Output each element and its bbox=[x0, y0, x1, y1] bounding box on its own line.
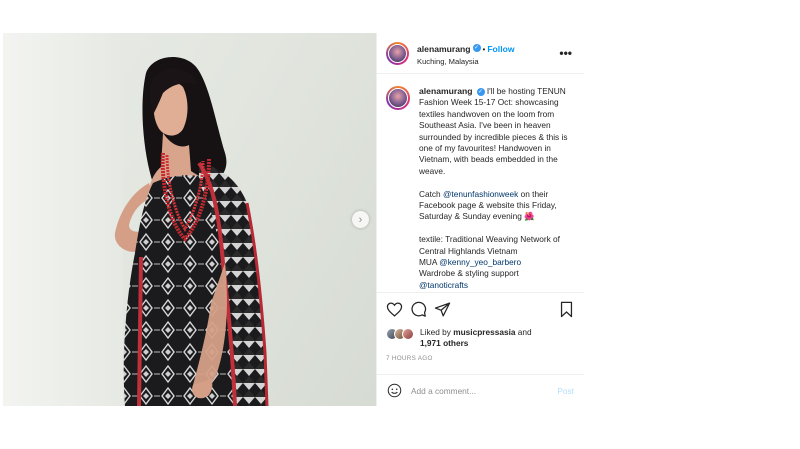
caption-author-avatar[interactable] bbox=[386, 86, 410, 110]
post-timestamp[interactable]: 7 HOURS AGO bbox=[377, 349, 584, 362]
more-options-icon[interactable]: ••• bbox=[557, 46, 574, 60]
caption-body-1: I'll be hosting TENUN Fashion Week 15-17… bbox=[419, 86, 568, 176]
post-header: alenamurang ✓ • Follow Kuching, Malaysia ••… bbox=[377, 33, 584, 74]
post-photo[interactable]: › bbox=[3, 33, 376, 406]
author-username[interactable]: alenamurang bbox=[417, 44, 471, 54]
caption-paragraph-2: Catch @tenunfashionweek on their Faceboo… bbox=[419, 189, 574, 223]
bookmark-save-icon[interactable] bbox=[558, 301, 575, 318]
likes-section: Liked by musicpressasia and 1,971 others bbox=[377, 324, 584, 349]
avatar-image bbox=[388, 43, 407, 63]
avatar-image bbox=[388, 88, 408, 108]
next-photo-button[interactable]: › bbox=[352, 211, 369, 228]
verified-icon: ✓ bbox=[476, 87, 485, 96]
likes-text: Liked by musicpressasia and 1,971 others bbox=[420, 327, 532, 349]
instagram-post: › alenamurang ✓ • Follow Kuching, Malaysia … bbox=[3, 33, 584, 406]
mention-tanoticrafts[interactable]: @tanoticrafts bbox=[419, 280, 574, 291]
mention-tenunfashionweek[interactable]: @tenunfashionweek bbox=[443, 189, 518, 199]
share-direct-icon[interactable] bbox=[434, 301, 451, 318]
caption-paragraph-1: alenamurang ✓ I'll be hosting TENUN Fashi… bbox=[419, 86, 574, 177]
comment-input[interactable] bbox=[411, 385, 558, 396]
post-sidebar: alenamurang ✓ • Follow Kuching, Malaysia ••… bbox=[376, 33, 584, 406]
follow-button[interactable]: Follow bbox=[487, 44, 514, 54]
woman-in-woven-dress-illustration bbox=[114, 56, 269, 406]
liker-avatars bbox=[386, 328, 414, 340]
like-heart-icon[interactable] bbox=[386, 301, 403, 318]
caption-text: alenamurang ✓ I'll be hosting TENUN Fashi… bbox=[419, 86, 574, 292]
action-bar bbox=[377, 295, 584, 324]
caption-wardrobe-credit: Wardrobe & styling support bbox=[419, 268, 519, 279]
author-avatar[interactable] bbox=[386, 41, 409, 65]
caption-textile-credit: textile: Traditional Weaving Network of … bbox=[419, 234, 560, 256]
separator-dot: • bbox=[482, 45, 486, 55]
caption-p2-start: Catch bbox=[419, 188, 443, 199]
liker-avatar bbox=[402, 328, 414, 340]
post-comment-button[interactable]: Post bbox=[557, 386, 574, 396]
mention-kenny-yeo-barbero[interactable]: @kenny_yeo_barbero bbox=[439, 257, 521, 267]
comment-icon[interactable] bbox=[410, 301, 427, 318]
emoji-icon[interactable] bbox=[387, 383, 402, 398]
caption-section: alenamurang ✓ I'll be hosting TENUN Fashi… bbox=[377, 74, 584, 293]
comment-box: Post bbox=[377, 374, 584, 406]
likes-and: and bbox=[515, 327, 532, 337]
caption-mua-credit: MUA @kenny_yeo_barbero bbox=[419, 257, 574, 268]
likes-prefix: Liked by bbox=[420, 327, 454, 337]
verified-icon: ✓ bbox=[472, 44, 481, 53]
mua-prefix: MUA bbox=[419, 257, 440, 268]
header-text: alenamurang ✓ • Follow Kuching, Malaysia bbox=[417, 39, 557, 66]
caption-paragraph-3: textile: Traditional Weaving Network of … bbox=[419, 234, 574, 291]
likes-others-count[interactable]: 1,971 others bbox=[420, 338, 468, 348]
caption-username[interactable]: alenamurang bbox=[419, 86, 473, 96]
post-location[interactable]: Kuching, Malaysia bbox=[417, 57, 557, 67]
liker-username[interactable]: musicpressasia bbox=[453, 327, 515, 337]
